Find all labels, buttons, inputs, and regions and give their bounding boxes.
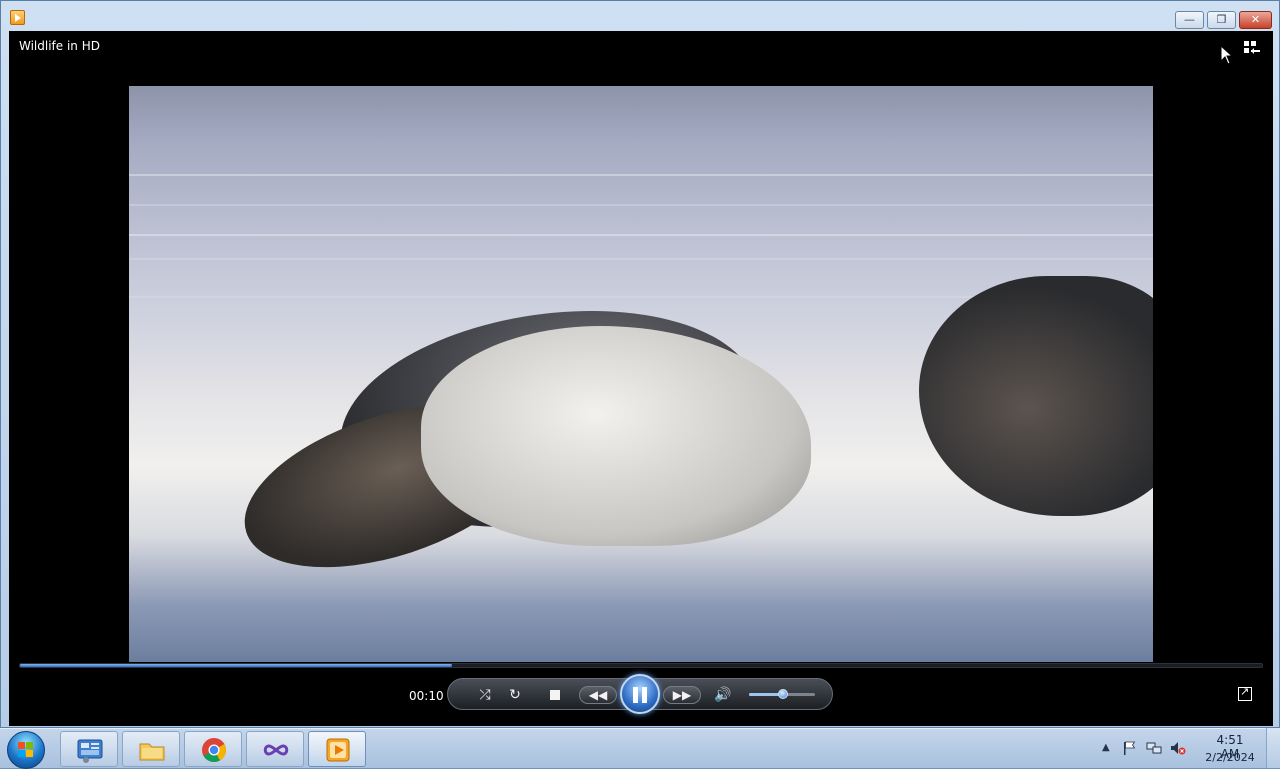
restore-icon: ❐ — [1216, 13, 1227, 26]
next-icon: ▶▶ — [672, 688, 692, 702]
close-button[interactable]: ✕ — [1239, 11, 1272, 29]
taskbar-item-visual-studio[interactable] — [246, 731, 304, 767]
taskbar — [0, 728, 1280, 769]
volume-muted-icon[interactable] — [1170, 741, 1186, 755]
minimize-button[interactable]: — — [1175, 11, 1204, 29]
seek-bar-progress — [20, 664, 453, 667]
pause-button[interactable] — [620, 674, 660, 714]
start-button[interactable] — [7, 731, 45, 769]
repeat-button[interactable]: ↻ — [505, 685, 525, 705]
clock-date[interactable]: 2/2/2024 — [1203, 751, 1257, 764]
switch-to-library-icon[interactable] — [1243, 40, 1261, 56]
seal-white — [421, 326, 811, 546]
chrome-icon — [202, 738, 226, 763]
volume-icon: 🔊 — [714, 687, 732, 703]
seek-bar[interactable] — [19, 663, 1263, 668]
media-player-icon — [326, 738, 350, 762]
next-button[interactable]: ▶▶ — [663, 686, 701, 704]
stop-button[interactable] — [550, 690, 560, 700]
previous-icon: ◀◀ — [588, 688, 608, 702]
mute-button[interactable]: 🔊 — [713, 685, 733, 705]
video-title: Wildlife in HD — [19, 39, 100, 53]
media-player-icon — [10, 10, 25, 25]
close-icon: ✕ — [1250, 13, 1261, 26]
shuffle-icon: ⤮ — [479, 687, 491, 703]
taskbar-item-file-explorer[interactable] — [122, 731, 180, 767]
player-area: Wildlife in HD 00:10 ⤮ ↻ ◀◀ ▶▶ 🔊 ↗ — [9, 31, 1273, 726]
shuffle-button[interactable]: ⤮ — [475, 685, 495, 705]
mouse-cursor-icon — [1220, 45, 1234, 65]
network-icon[interactable] — [1146, 741, 1162, 755]
show-hidden-icons-icon[interactable]: ▲ — [1102, 742, 1110, 753]
elapsed-time: 00:10 — [409, 689, 444, 703]
taskbar-item-media-player[interactable] — [308, 731, 366, 767]
title-bar[interactable]: — ❐ ✕ — [1, 1, 1279, 31]
volume-slider[interactable] — [749, 689, 815, 699]
windows-logo-icon — [18, 742, 34, 758]
seal-right — [919, 276, 1153, 516]
video-frame[interactable] — [129, 86, 1153, 662]
control-panel-icon — [77, 739, 103, 763]
previous-button[interactable]: ◀◀ — [579, 686, 617, 704]
taskbar-item-control-panel[interactable] — [60, 731, 118, 767]
repeat-icon: ↻ — [509, 687, 521, 703]
maximize-button[interactable]: ❐ — [1207, 11, 1236, 29]
folder-icon — [139, 743, 165, 761]
media-player-window: — ❐ ✕ Wildlife in HD 00:10 ⤮ ↻ ◀◀ ▶▶ 🔊 ↗ — [0, 0, 1280, 728]
taskbar-item-chrome[interactable] — [184, 731, 242, 767]
infinity-icon — [263, 744, 289, 756]
fullscreen-icon[interactable] — [1238, 685, 1252, 701]
minimize-icon: — — [1184, 13, 1195, 26]
show-desktop-button[interactable] — [1266, 728, 1280, 768]
action-center-flag-icon[interactable] — [1122, 741, 1138, 755]
